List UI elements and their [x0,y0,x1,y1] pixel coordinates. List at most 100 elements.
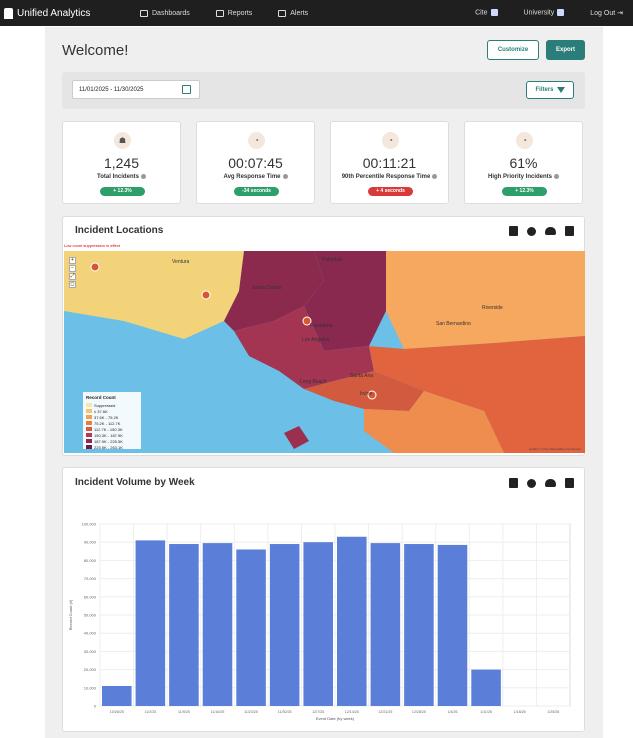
logout-label: Log Out [590,10,616,17]
download-icon[interactable] [545,227,556,235]
stopwatch-icon: ◔ [516,132,533,149]
date-range-input[interactable]: 11/01/2025 - 11/30/2025 [72,80,200,99]
kpi-badge: + 4 seconds [368,187,413,196]
kpi-label-text: 90th Percentile Response Time [341,174,431,181]
dropdown-icon [490,9,498,17]
y-tick-label: 80,000 [84,558,97,563]
nav-cite[interactable]: Cite [475,9,498,17]
bar [169,544,199,706]
cluster-marker[interactable] [90,262,100,272]
legend-label: 187.9K - 225.5K [94,438,123,444]
kpi-high-priority: ◔ 61% High Priority Incidents + 12.3% [464,121,583,204]
region-catalina [284,426,309,449]
legend-swatch [86,403,92,407]
color-picker-icon[interactable] [527,226,536,236]
info-icon[interactable] [282,174,288,179]
nav-university[interactable]: University [524,9,565,17]
legend-swatch [86,439,92,443]
info-icon[interactable] [432,174,438,179]
map-place-label: Irvine [360,391,372,397]
x-tick-label: 1/18/26 [514,710,526,714]
incident-map[interactable]: Ventura Santa Clarita Palmdale Pasadena Los … [64,251,585,453]
legend-label: Suppressed [94,402,116,408]
kpi-label: Avg Response Time [197,174,314,180]
x-tick-label: 11/2/25 [144,710,156,714]
top-navbar: Unified Analytics Dashboards Reports Ale… [0,0,633,26]
alert-icon [278,9,287,17]
incidents-icon: ☗ [114,132,131,149]
date-range-value: 11/01/2025 - 11/30/2025 [79,86,144,93]
y-tick-label: 70,000 [84,576,97,581]
kpi-90th-percentile: ◔ 00:11:21 90th Percentile Response Time… [330,121,449,204]
chart-icon [140,9,148,17]
customize-button[interactable]: Customize [487,40,539,60]
region-san-bernardino [386,251,585,349]
logout-link[interactable]: Log Out ⇥ [590,9,623,17]
kpi-value: 61% [509,155,538,171]
chart-options-icon[interactable] [565,478,574,488]
cluster-marker[interactable] [201,290,211,300]
map-attribution[interactable]: Leaflet | © OpenStreetMap contributors [529,447,581,451]
brand-name: Unified Analytics [17,7,91,19]
calendar-icon[interactable] [182,85,191,94]
filter-bar: 11/01/2025 - 11/30/2025 Filters [62,72,585,109]
kpi-total-incidents: ☗ 1,245 Total Incidents + 12.3% [62,121,181,204]
info-icon[interactable] [140,174,146,179]
map-place-label: San Bernardino [436,321,471,327]
filters-button[interactable]: Filters [526,81,574,99]
map-legend: Record Count Suppressed ≤ 37.6K 37.6K - 75… [83,392,141,450]
bar [404,544,434,706]
nav-dashboards[interactable]: Dashboards [140,9,190,17]
map-place-label: Riverside [482,305,503,311]
kpi-label: Total Incidents [63,174,180,180]
filters-label: Filters [535,87,554,93]
bar [303,542,333,706]
kpi-avg-response-time: ◔ 00:07:45 Avg Response Time -34 seconds [196,121,315,204]
nav-alerts[interactable]: Alerts [278,9,309,17]
zoom-in-button[interactable]: + [69,257,76,264]
legend-swatch [86,409,92,413]
fullscreen-button[interactable]: ⤢ [69,273,76,280]
bar [337,536,367,706]
x-tick-label: 11/16/25 [211,710,225,714]
y-tick-label: 20,000 [84,667,97,672]
y-tick-label: 0 [94,704,97,709]
stopwatch-icon: ◔ [382,132,399,149]
kpi-label: 90th Percentile Response Time [331,174,448,180]
color-picker-icon[interactable] [527,478,536,488]
export-button[interactable]: Export [546,40,585,60]
x-tick-label: 12/28/25 [412,710,426,714]
nav-alerts-label: Alerts [290,9,309,17]
info-icon[interactable] [554,174,559,179]
bar [236,549,266,706]
brand[interactable]: Unified Analytics [0,7,128,19]
legend-rows: Suppressed ≤ 37.6K 37.6K - 75.2K 75.2K - 11… [86,402,138,450]
bar [102,685,132,706]
y-tick-label: 60,000 [84,594,97,599]
kpi-badge: + 12.3% [502,187,547,196]
x-tick-label: 12/14/25 [345,710,359,714]
x-tick-label: 1/4/26 [448,710,458,714]
pdf-export-icon[interactable] [509,478,518,488]
map-place-label: Pasadena [310,323,333,329]
legend-label: 75.2K - 112.7K [94,420,121,426]
kpi-label-text: Avg Response Time [223,174,281,181]
zoom-out-button[interactable]: − [69,265,76,272]
nav-reports[interactable]: Reports [215,9,253,17]
reset-view-button[interactable]: ◻ [69,281,76,288]
legend-label: 225.5K - 263.1K [94,444,123,450]
legend-swatch [86,433,92,437]
bar [202,543,233,706]
nav-reports-label: Reports [227,9,253,17]
map-place-label: Santa Clarita [252,285,281,291]
filter-icon [556,87,565,93]
map-place-label: Santa Ana [350,373,373,379]
map-place-label: Long Beach [300,379,327,385]
legend-swatch [86,415,92,419]
map-layers-icon[interactable] [565,226,574,236]
kpi-value: 1,245 [103,155,140,171]
download-icon[interactable] [545,479,556,487]
legend-swatch [86,445,92,449]
kpi-label: High Priority Incidents [465,174,582,180]
pdf-export-icon[interactable] [509,226,518,236]
